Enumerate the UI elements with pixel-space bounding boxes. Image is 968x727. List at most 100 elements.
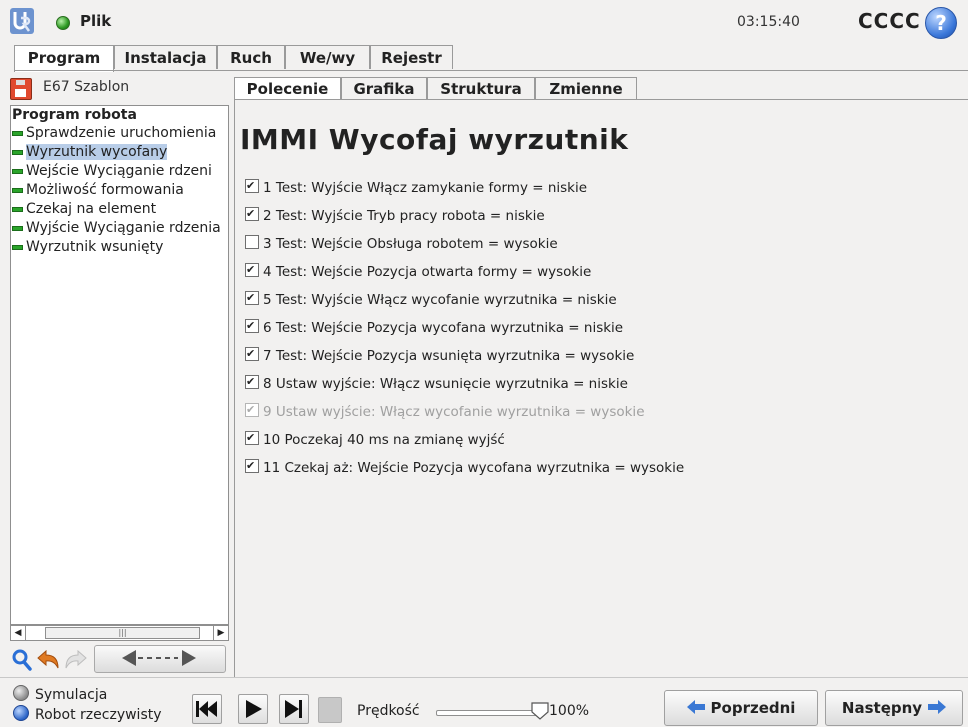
command-line-text: 8 Ustaw wyjście: Włącz wsunięcie wyrzutn… <box>263 376 628 392</box>
node-status-icon <box>12 168 23 174</box>
checkbox[interactable] <box>245 260 259 280</box>
help-icon[interactable]: ? <box>925 7 957 39</box>
command-line-text: 6 Test: Wejście Pozycja wycofana wyrzutn… <box>263 320 624 336</box>
play-icon <box>246 700 262 718</box>
command-line[interactable]: 11 Czekaj aż: Wejście Pozycja wycofana w… <box>245 456 685 478</box>
command-line-text: 7 Test: Wejście Pozycja wsunięta wyrzutn… <box>263 348 635 364</box>
radio-real-robot-icon[interactable] <box>13 705 29 721</box>
undo-icon[interactable] <box>36 650 60 670</box>
scrollbar-thumb[interactable]: ||| <box>45 627 200 639</box>
tab-instalacja[interactable]: Instalacja <box>114 45 217 69</box>
node-status-icon <box>12 206 23 212</box>
tree-item-selected[interactable]: Wyrzutnik wycofany <box>11 143 168 162</box>
user-name: CCCC <box>858 9 921 33</box>
checkbox[interactable] <box>245 176 259 196</box>
tab-we-wy[interactable]: We/wy <box>285 45 370 69</box>
tree-item[interactable]: Możliwość formowania <box>11 181 184 200</box>
tree-toolbar <box>10 643 229 677</box>
tree-item[interactable]: Sprawdzenie uruchomienia <box>11 124 216 143</box>
checkbox[interactable] <box>245 428 259 448</box>
mode-simulation-option[interactable]: Symulacja <box>13 685 107 705</box>
speed-slider-knob-icon[interactable] <box>531 702 549 720</box>
command-line-text: 1 Test: Wyjście Włącz zamykanie formy = … <box>263 180 588 196</box>
command-title: IMMI Wycofaj wyrzutnik <box>240 123 629 156</box>
mode-real-robot-option[interactable]: Robot rzeczywisty <box>13 705 162 725</box>
tab-zmienne[interactable]: Zmienne <box>535 77 637 99</box>
tab-rejestr[interactable]: Rejestr <box>370 45 453 69</box>
tab-program[interactable]: Program <box>14 45 114 72</box>
tree-item[interactable]: Czekaj na element <box>11 200 156 219</box>
step-button[interactable] <box>279 694 309 724</box>
command-line[interactable]: 1 Test: Wyjście Włącz zamykanie formy = … <box>245 176 588 198</box>
scroll-right-icon[interactable]: ▶ <box>213 626 228 640</box>
move-arrows-icon <box>122 650 196 666</box>
bottom-bar: Symulacja Robot rzeczywisty Prędkość 100… <box>0 677 968 727</box>
radio-simulation-icon[interactable] <box>13 685 29 701</box>
checkbox[interactable] <box>245 344 259 364</box>
speed-label: Prędkość <box>357 703 420 719</box>
command-line[interactable]: 4 Test: Wejście Pozycja otwarta formy = … <box>245 260 592 282</box>
command-panel: IMMI Wycofaj wyrzutnik 1 Test: Wyjście W… <box>234 99 968 677</box>
tree-item-label: Wyrzutnik wsunięty <box>26 239 164 255</box>
next-button[interactable]: Następny <box>825 690 963 726</box>
move-node-button[interactable] <box>94 645 226 673</box>
checkbox[interactable] <box>245 204 259 224</box>
scroll-left-icon[interactable]: ◀ <box>11 626 26 640</box>
universal-robots-logo-icon <box>10 8 34 34</box>
mode-real-label: Robot rzeczywisty <box>35 707 162 723</box>
node-status-icon <box>12 149 23 155</box>
tree-item[interactable]: Wejście Wyciąganie rdzeni <box>11 162 212 181</box>
node-status-icon <box>12 187 23 193</box>
program-tree[interactable]: Program robota Sprawdzenie uruchomienia … <box>10 105 229 625</box>
command-line-text: 11 Czekaj aż: Wejście Pozycja wycofana w… <box>263 460 685 476</box>
tree-root-label[interactable]: Program robota <box>12 107 137 123</box>
tree-item[interactable]: Wyrzutnik wsunięty <box>11 238 163 257</box>
checkbox[interactable] <box>245 235 259 249</box>
checkbox[interactable] <box>245 456 259 476</box>
previous-button[interactable]: Poprzedni <box>664 690 818 726</box>
tree-item-label: Sprawdzenie uruchomienia <box>26 125 217 141</box>
tab-polecenie[interactable]: Polecenie <box>234 77 341 101</box>
tree-item-label: Wyrzutnik wycofany <box>26 144 168 160</box>
speed-slider[interactable] <box>436 710 544 716</box>
search-icon[interactable] <box>12 649 32 671</box>
tree-horizontal-scrollbar[interactable]: ◀ ||| ▶ <box>10 625 229 641</box>
command-line[interactable]: 2 Test: Wyjście Tryb pracy robota = nisk… <box>245 204 545 226</box>
stop-button[interactable] <box>318 697 342 723</box>
checkbox[interactable] <box>245 288 259 308</box>
command-line-text: 10 Poczekaj 40 ms na zmianę wyjść <box>263 432 505 448</box>
next-label: Następny <box>841 699 923 717</box>
command-line-text: 4 Test: Wejście Pozycja otwarta formy = … <box>263 264 592 280</box>
command-line[interactable]: 8 Ustaw wyjście: Włącz wsunięcie wyrzutn… <box>245 372 628 394</box>
command-line[interactable]: 10 Poczekaj 40 ms na zmianę wyjść <box>245 428 505 450</box>
checkbox[interactable] <box>245 372 259 392</box>
node-status-icon <box>12 130 23 136</box>
command-line[interactable]: 7 Test: Wejście Pozycja wsunięta wyrzutn… <box>245 344 635 366</box>
arrow-right-icon <box>928 700 947 714</box>
command-line[interactable]: 6 Test: Wejście Pozycja wycofana wyrzutn… <box>245 316 624 338</box>
command-line-text: 2 Test: Wyjście Tryb pracy robota = nisk… <box>263 208 545 224</box>
top-bar: Plik 03:15:40 CCCC ? <box>0 0 968 44</box>
tab-struktura[interactable]: Struktura <box>427 77 535 99</box>
tab-ruch[interactable]: Ruch <box>217 45 285 69</box>
file-menu[interactable]: Plik <box>80 12 111 30</box>
tree-item-label: Wyjście Wyciąganie rdzenia <box>26 220 221 236</box>
command-line[interactable]: 5 Test: Wyjście Włącz wycofanie wyrzutni… <box>245 288 617 310</box>
redo-icon[interactable] <box>64 650 88 670</box>
rewind-button[interactable] <box>192 694 222 724</box>
previous-label: Poprzedni <box>710 699 796 717</box>
mode-simulation-label: Symulacja <box>35 687 108 703</box>
tree-item[interactable]: Wyjście Wyciąganie rdzenia <box>11 219 221 238</box>
command-line-disabled: 9 Ustaw wyjście: Włącz wycofanie wyrzutn… <box>245 400 645 422</box>
speed-value: 100% <box>549 703 590 719</box>
status-indicator-icon <box>56 16 70 30</box>
command-line[interactable]: 3 Test: Wejście Obsługa robotem = wysoki… <box>245 234 558 254</box>
save-icon[interactable] <box>10 78 32 100</box>
tree-item-label: Wejście Wyciąganie rdzeni <box>26 163 212 179</box>
node-status-icon <box>12 244 23 250</box>
checkbox[interactable] <box>245 316 259 336</box>
tab-grafika[interactable]: Grafika <box>341 77 427 99</box>
play-button[interactable] <box>238 694 268 724</box>
command-line-text: 5 Test: Wyjście Włącz wycofanie wyrzutni… <box>263 292 617 308</box>
arrow-left-icon <box>686 700 705 714</box>
